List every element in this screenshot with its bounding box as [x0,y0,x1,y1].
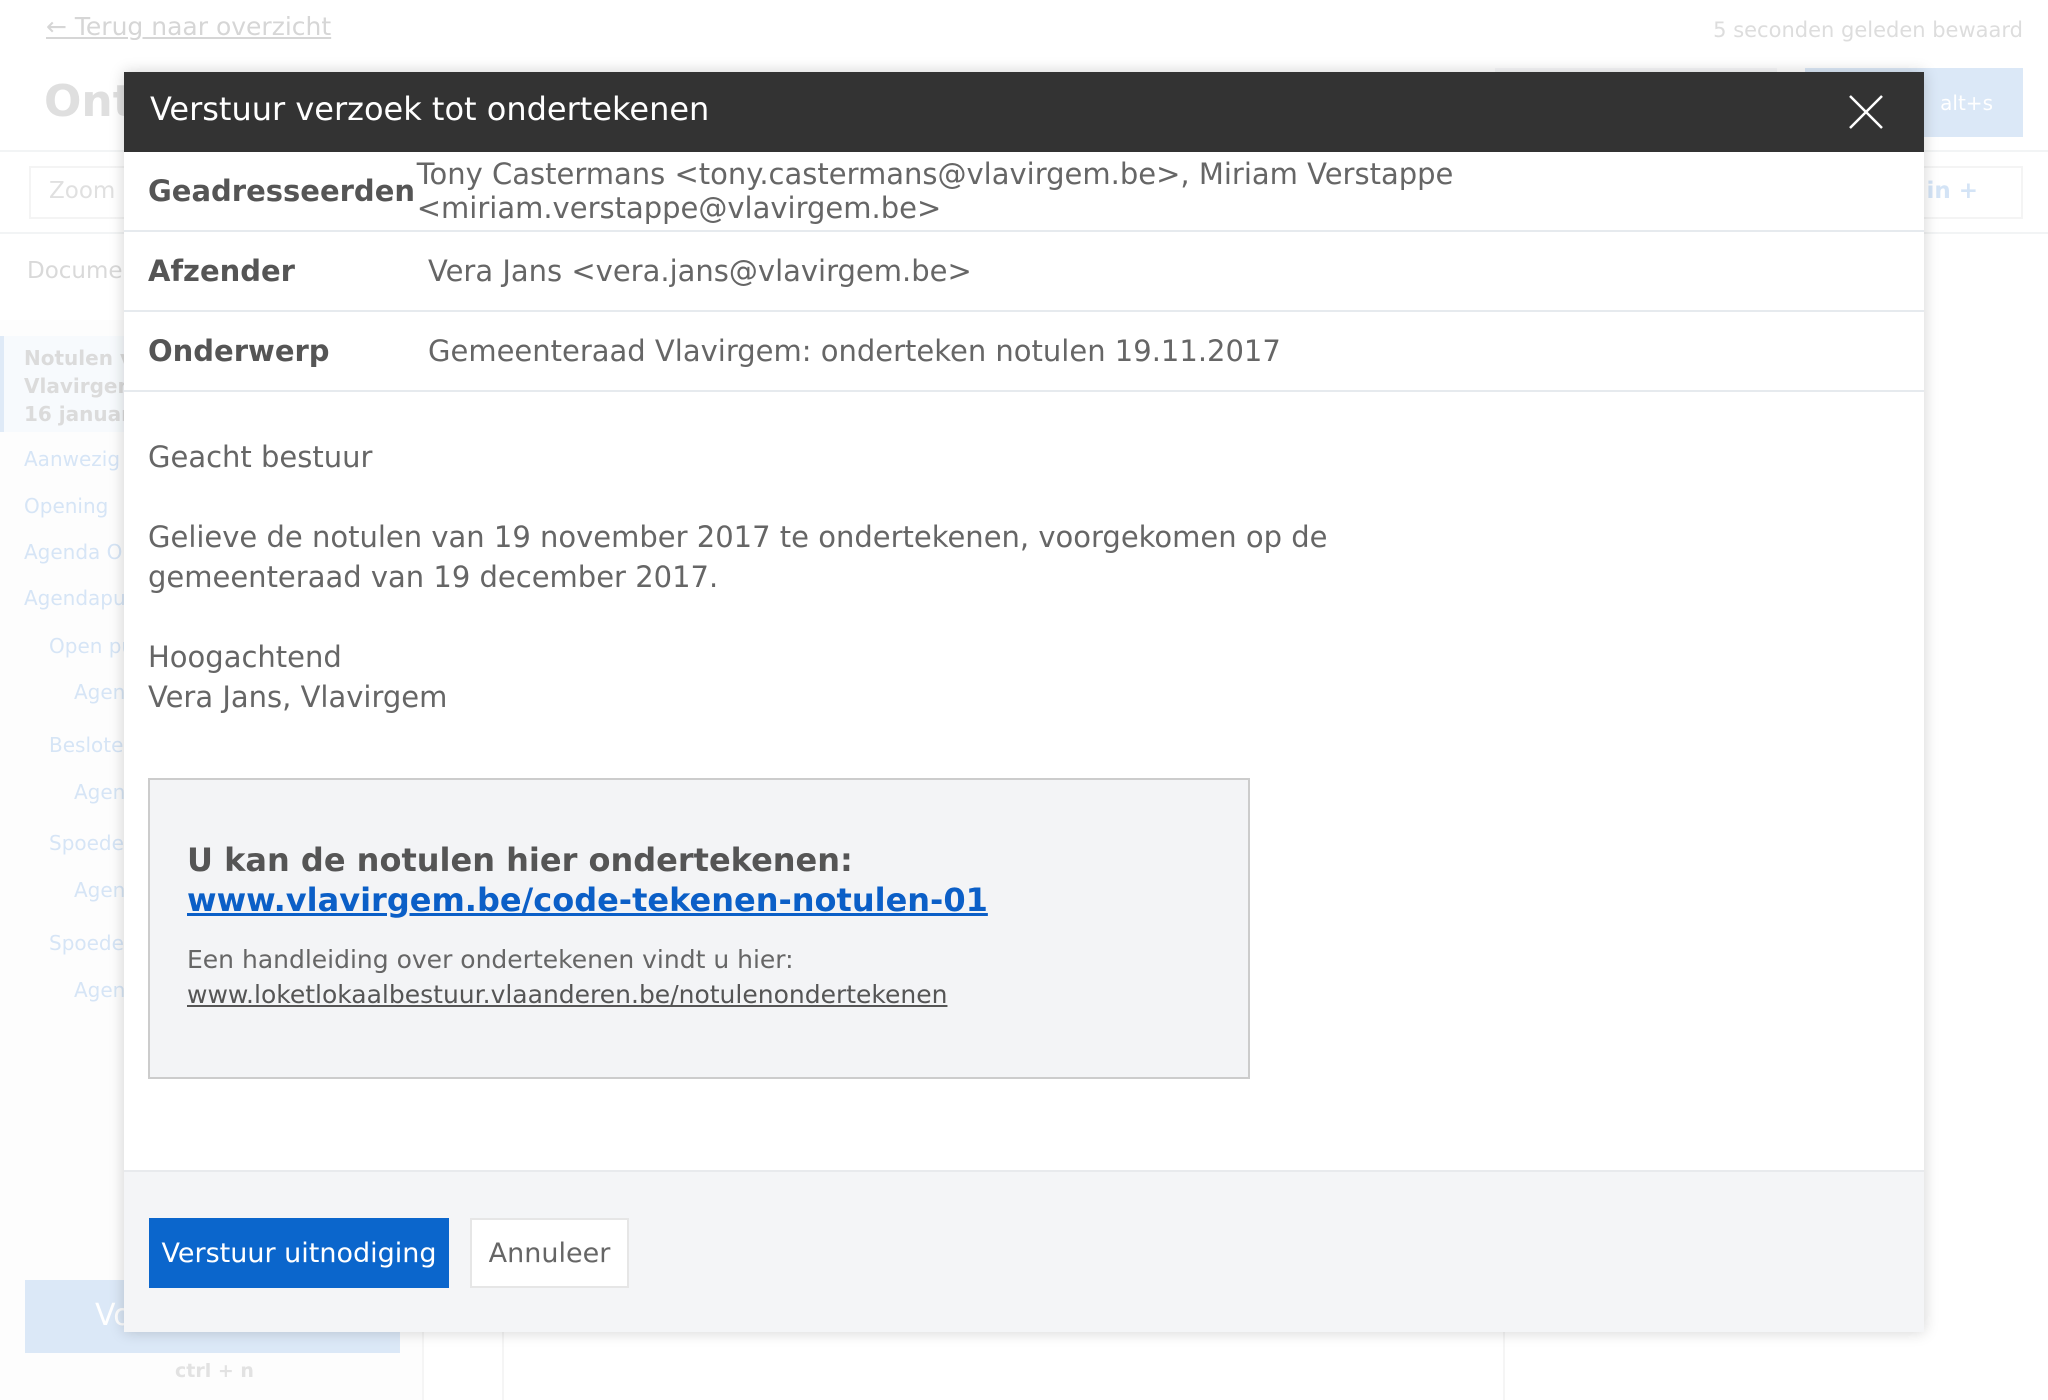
sign-link[interactable]: www.vlavirgem.be/code-tekenen-notulen-01 [187,880,1211,920]
sender-value: Vera Jans <vera.jans@vlavirgem.be> [428,254,972,288]
manual-text: Een handleiding over ondertekenen vindt … [187,942,1211,977]
field-label: Geadresseerden [148,174,417,208]
send-invitation-button[interactable]: Verstuur uitnodiging [149,1218,449,1288]
paragraph-line: gemeenteraad van 19 december 2017. [148,560,718,594]
closing: Hoogachtend Vera Jans, Vlavirgem [148,637,1900,717]
subject-row: OnderwerpGemeenteraad Vlavirgem: onderte… [124,312,1924,392]
signature: Vera Jans, Vlavirgem [148,680,447,714]
sign-request-modal: Verstuur verzoek tot ondertekenen Geadre… [124,72,1924,1332]
recipients-value: Tony Castermans <tony.castermans@vlavirg… [417,157,1924,225]
message-body: Geacht bestuur Gelieve de notulen van 19… [124,392,1924,717]
paragraph-line: Gelieve de notulen van 19 november 2017 … [148,520,1327,554]
field-label: Onderwerp [148,334,428,368]
modal-footer: Verstuur uitnodiging Annuleer [124,1170,1924,1332]
greeting: Geacht bestuur [148,437,1900,477]
recipients-row: GeadresseerdenTony Castermans <tony.cast… [124,152,1924,232]
closing-text: Hoogachtend [148,640,342,674]
manual-info: Een handleiding over ondertekenen vindt … [187,942,1211,1012]
subject-value: Gemeenteraad Vlavirgem: onderteken notul… [428,334,1281,368]
cancel-button[interactable]: Annuleer [470,1218,629,1288]
manual-link[interactable]: www.loketlokaalbestuur.vlaanderen.be/not… [187,977,1211,1012]
modal-header: Verstuur verzoek tot ondertekenen [124,72,1924,152]
close-icon[interactable] [1848,94,1884,130]
sender-row: AfzenderVera Jans <vera.jans@vlavirgem.b… [124,232,1924,312]
sign-heading: U kan de notulen hier ondertekenen: [187,840,1211,880]
sign-info-box: U kan de notulen hier ondertekenen: www.… [148,778,1250,1079]
message-paragraph: Gelieve de notulen van 19 november 2017 … [148,517,1900,597]
modal-title: Verstuur verzoek tot ondertekenen [150,90,709,128]
field-label: Afzender [148,254,428,288]
